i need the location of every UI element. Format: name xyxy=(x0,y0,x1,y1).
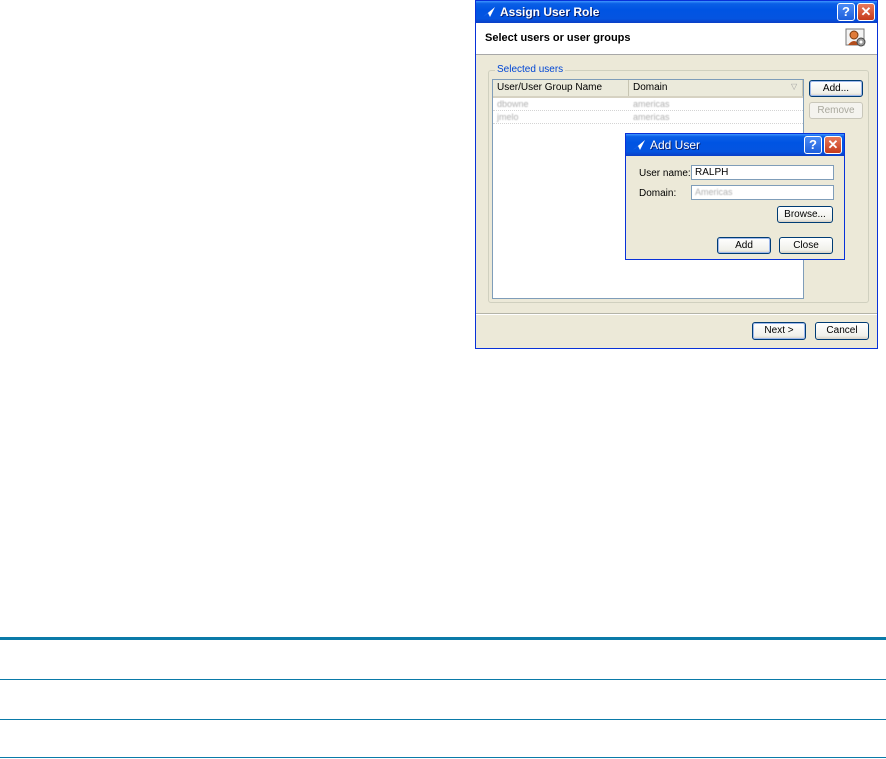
username-label: User name: xyxy=(639,168,691,179)
wizard-step-title: Select users or user groups xyxy=(485,32,631,44)
username-field[interactable]: RALPH xyxy=(691,165,834,180)
close-button[interactable]: ✕ xyxy=(824,136,842,154)
close-dialog-button[interactable]: Close xyxy=(779,237,833,254)
add-button[interactable]: Add... xyxy=(809,80,863,97)
column-header-name[interactable]: User/User Group Name xyxy=(493,80,629,96)
domain-value: Americas xyxy=(695,187,733,197)
row-name: dbowne xyxy=(497,99,529,109)
close-button[interactable]: ✕ xyxy=(857,3,875,21)
add-user-title: Add User xyxy=(650,138,701,152)
app-arrow-icon xyxy=(483,7,495,17)
sort-arrow-icon: ▽ xyxy=(791,82,798,91)
row-domain: americas xyxy=(633,99,670,109)
add-user-dialog: Add User ? ✕ User name: RALPH Domain: Am… xyxy=(625,133,845,260)
cancel-button[interactable]: Cancel xyxy=(815,322,869,340)
users-list-header: User/User Group Name Domain ▽ xyxy=(493,80,803,98)
next-button[interactable]: Next > xyxy=(752,322,806,340)
page-rule-top xyxy=(0,637,886,640)
assign-dialog-titlebar[interactable]: Assign User Role ? ✕ xyxy=(476,1,877,23)
help-button[interactable]: ? xyxy=(837,3,855,21)
add-user-button[interactable]: Add xyxy=(717,237,771,254)
page-rule-bottom-2 xyxy=(0,757,886,758)
column-header-domain[interactable]: Domain xyxy=(629,80,803,96)
row-domain: americas xyxy=(633,112,670,122)
domain-field[interactable]: Americas xyxy=(691,185,834,200)
table-row[interactable]: dbowne americas xyxy=(493,98,803,111)
add-user-titlebar[interactable]: Add User ? ✕ xyxy=(626,134,844,156)
page-rule-middle xyxy=(0,679,886,680)
app-arrow-icon xyxy=(633,140,645,150)
remove-button[interactable]: Remove xyxy=(809,102,863,119)
help-button[interactable]: ? xyxy=(804,136,822,154)
row-name: jmelo xyxy=(497,112,519,122)
table-row[interactable]: jmelo americas xyxy=(493,111,803,124)
page-rule-bottom-1 xyxy=(0,719,886,720)
domain-label: Domain: xyxy=(639,188,677,199)
selected-users-legend: Selected users xyxy=(495,64,566,75)
user-role-icon xyxy=(845,28,866,47)
assign-dialog-title: Assign User Role xyxy=(500,5,600,19)
wizard-header: Select users or user groups xyxy=(476,23,877,55)
browse-button[interactable]: Browse... xyxy=(777,206,833,223)
footer-divider xyxy=(476,313,877,315)
